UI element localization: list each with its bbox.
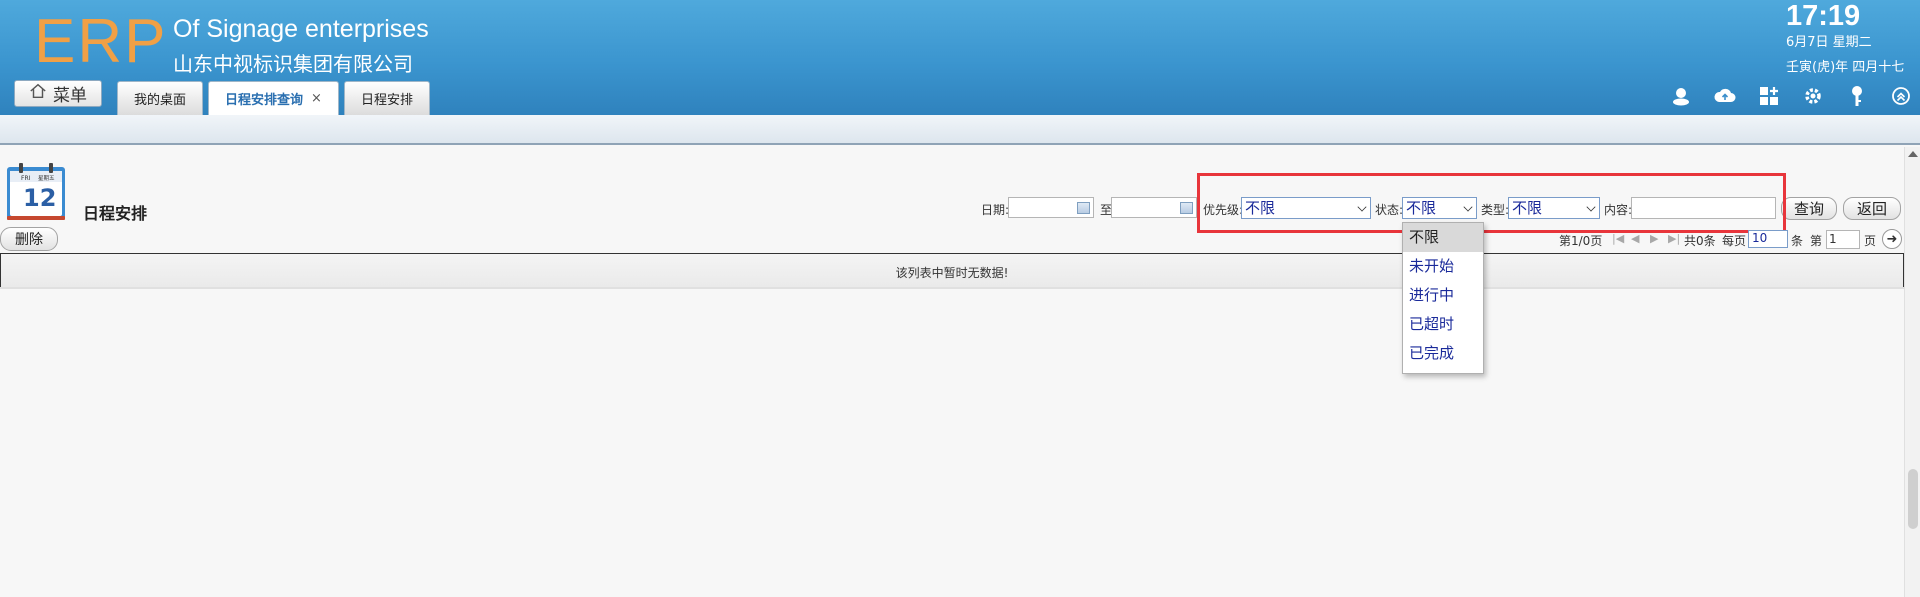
first-page-icon[interactable]: |◀ xyxy=(1612,232,1624,245)
clock-date: 6月7日 星期二 xyxy=(1786,35,1872,50)
menu-button-label: 菜单 xyxy=(53,86,87,106)
tab-schedule-query[interactable]: 日程安排查询 × xyxy=(208,81,339,115)
per-page-unit: 条 xyxy=(1791,234,1804,248)
tab-bar: 我的桌面 日程安排查询 × 日程安排 xyxy=(117,81,430,115)
tab-schedule[interactable]: 日程安排 xyxy=(343,81,430,115)
status-dropdown-list: 不限 未开始 进行中 已超时 已完成 xyxy=(1402,222,1484,374)
per-page-select[interactable]: 10 xyxy=(1748,230,1788,248)
header-toolbar xyxy=(1670,85,1912,107)
scroll-thumb[interactable] xyxy=(1908,469,1918,529)
per-page-label: 每页 xyxy=(1722,234,1747,248)
grid-add-icon[interactable] xyxy=(1758,85,1780,107)
page-label: 第 xyxy=(1810,234,1823,248)
highlight-box xyxy=(1197,173,1786,233)
total-count: 共0条 xyxy=(1684,234,1716,248)
calendar-picker-icon[interactable] xyxy=(1180,202,1193,214)
last-page-icon[interactable]: ▶| xyxy=(1668,232,1680,245)
page-suffix: 页 xyxy=(1864,234,1877,248)
scroll-up-icon[interactable] xyxy=(1908,151,1918,157)
status-option[interactable]: 进行中 xyxy=(1403,281,1483,310)
grid-divider xyxy=(0,287,1904,289)
user-icon[interactable] xyxy=(1670,85,1692,107)
date-label: 日期: xyxy=(981,203,1010,217)
tab-label: 我的桌面 xyxy=(134,93,187,108)
erp-logo: ERP xyxy=(34,7,168,76)
close-icon[interactable]: × xyxy=(311,91,322,106)
prev-page-icon[interactable]: ◀ xyxy=(1631,232,1639,245)
clock-lunar-date: 壬寅(虎)年 四月十七 xyxy=(1786,60,1905,75)
tab-label: 日程安排 xyxy=(360,93,413,108)
gear-icon[interactable] xyxy=(1802,85,1824,107)
main-content: FRI 星期五 12 日程安排 日期: 至 优先级: 不限 状态: 不限 类型:… xyxy=(0,147,1904,597)
sub-toolbar xyxy=(0,115,1920,145)
svg-text:星期五: 星期五 xyxy=(38,175,55,182)
svg-text:FRI: FRI xyxy=(21,175,31,182)
key-icon[interactable] xyxy=(1846,85,1868,107)
status-option[interactable]: 不限 xyxy=(1403,223,1483,252)
date-to-input[interactable] xyxy=(1111,197,1197,218)
tab-label: 日程安排查询 xyxy=(225,93,304,108)
next-page-icon[interactable]: ▶ xyxy=(1650,232,1658,245)
pager: 第1/0页 |◀ ◀ ▶ ▶| 共0条 每页 10 条 第 1 页 ➜ xyxy=(0,229,1904,250)
app-header: ERP Of Signage enterprises 山东中视标识集团有限公司 … xyxy=(0,0,1920,115)
data-grid: 该列表中暂时无数据! xyxy=(0,253,1904,288)
query-button[interactable]: 查询 xyxy=(1781,197,1837,220)
status-option[interactable]: 已完成 xyxy=(1403,339,1483,368)
calendar-picker-icon[interactable] xyxy=(1077,202,1090,214)
company-name-cn: 山东中视标识集团有限公司 xyxy=(173,52,413,76)
tab-my-desktop[interactable]: 我的桌面 xyxy=(117,81,204,115)
company-name-en: Of Signage enterprises xyxy=(173,15,429,43)
status-option[interactable]: 已超时 xyxy=(1403,310,1483,339)
back-button[interactable]: 返回 xyxy=(1843,197,1901,220)
date-from-input[interactable] xyxy=(1008,197,1094,218)
collapse-icon[interactable] xyxy=(1890,85,1912,107)
empty-message: 该列表中暂时无数据! xyxy=(895,266,1009,280)
cloud-upload-icon[interactable] xyxy=(1714,85,1736,107)
page-info: 第1/0页 xyxy=(1559,234,1603,248)
status-option[interactable]: 未开始 xyxy=(1403,252,1483,281)
page-number-input[interactable]: 1 xyxy=(1826,230,1860,249)
go-arrow-icon[interactable]: ➜ xyxy=(1882,229,1902,249)
vertical-scrollbar[interactable] xyxy=(1904,147,1920,597)
menu-button[interactable]: 菜单 xyxy=(14,80,102,107)
clock-time: 17:19 xyxy=(1786,0,1861,32)
home-icon xyxy=(29,82,47,105)
